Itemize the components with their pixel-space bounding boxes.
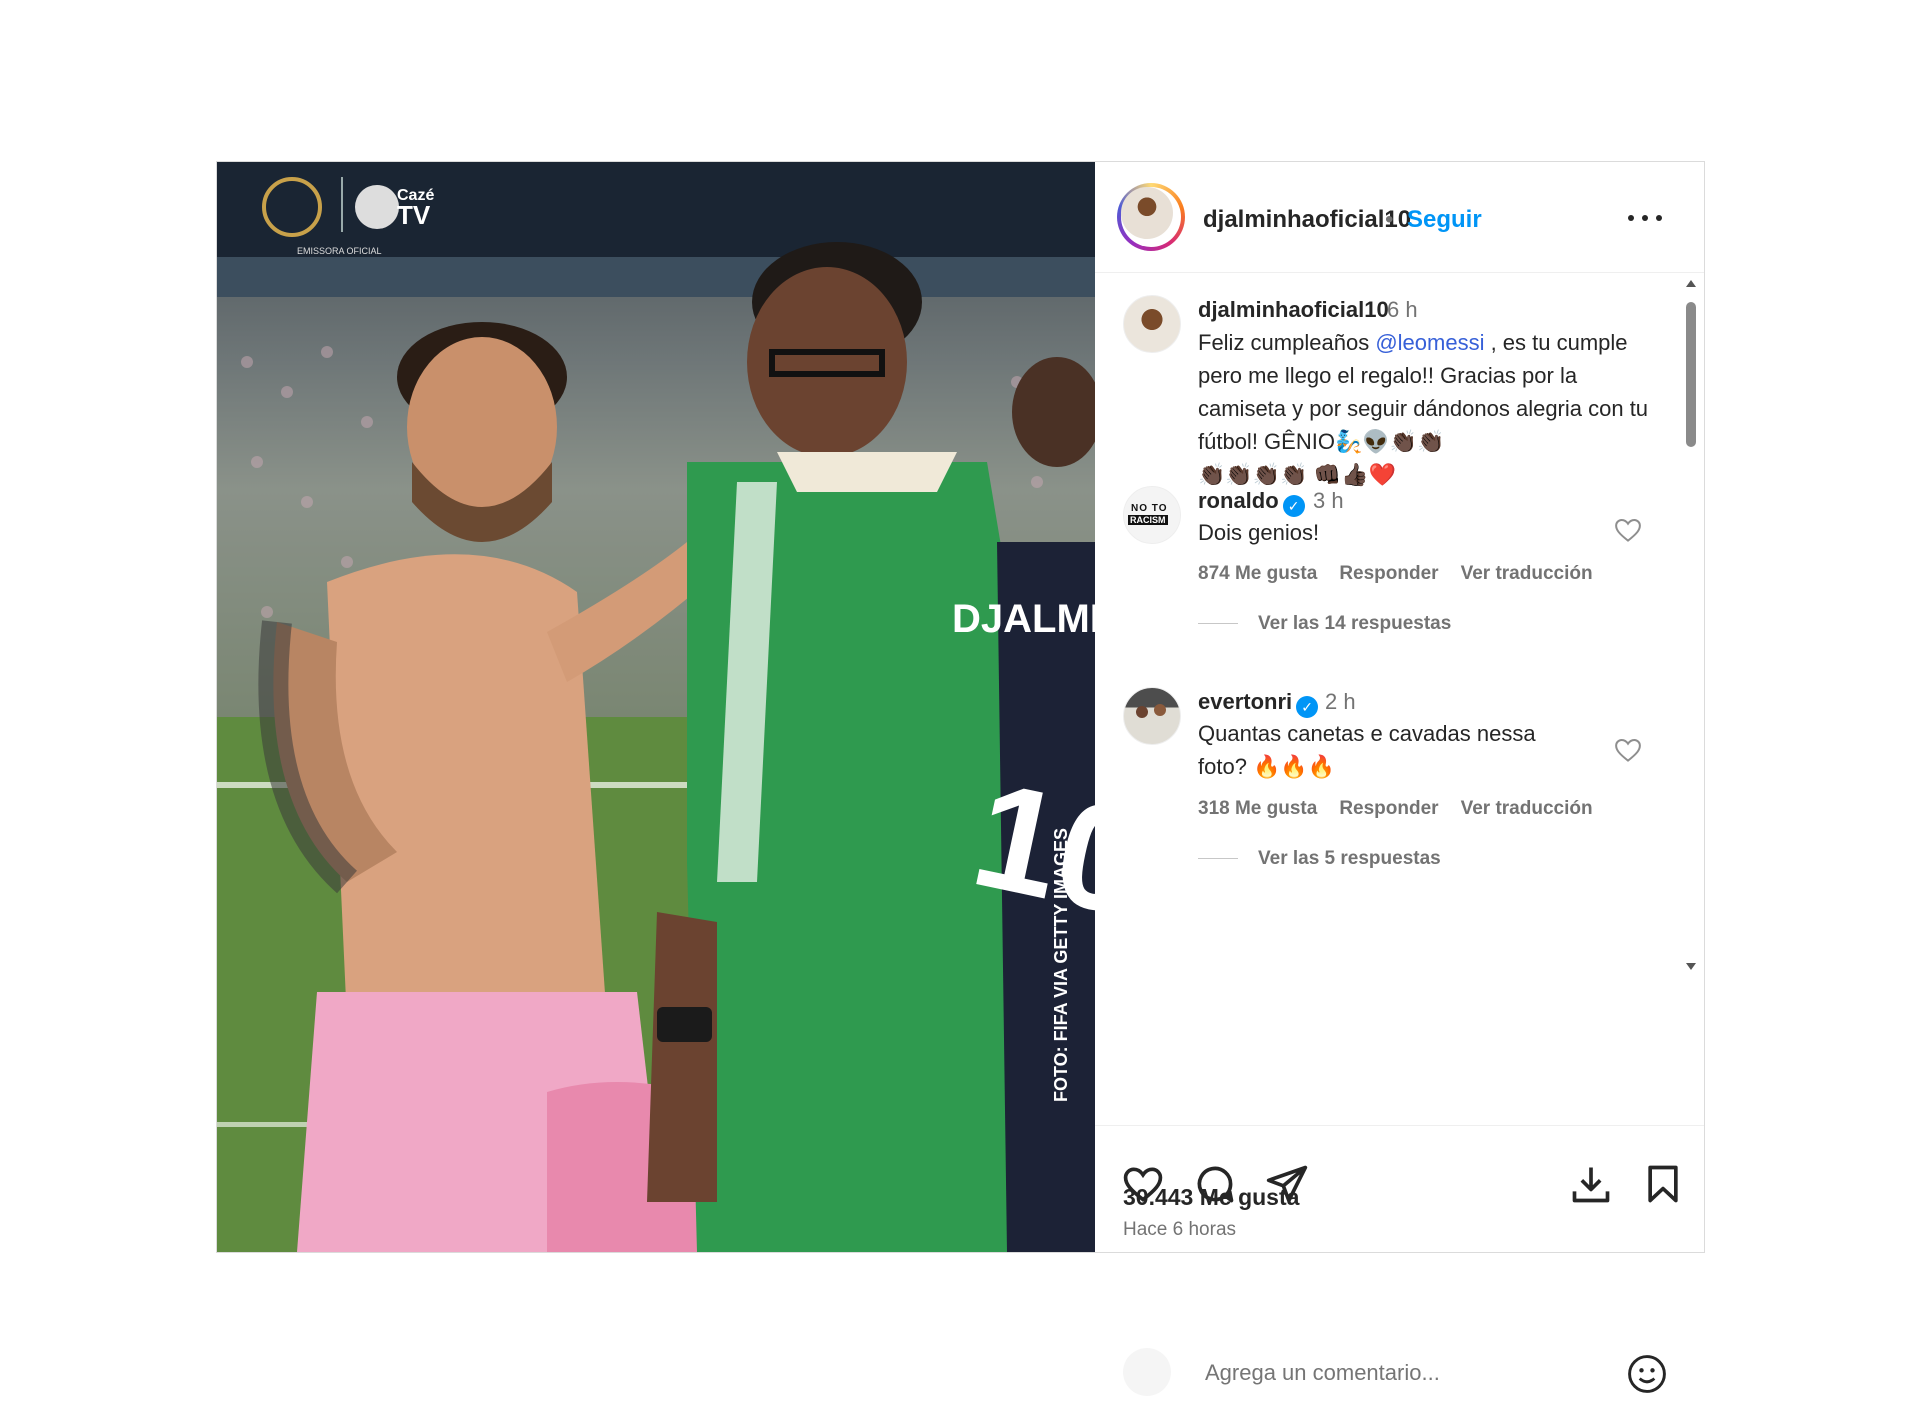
view-replies-button[interactable]: Ver las 5 respuestas [1198, 848, 1441, 870]
photo-credit: FOTO: FIFA VIA GETTY IMAGES [1051, 828, 1071, 1102]
logo-left-text: EMISSORA OFICIAL [297, 246, 382, 256]
separator-dot: • [1385, 206, 1394, 233]
caption-avatar[interactable] [1123, 295, 1181, 353]
follow-button[interactable]: Seguir [1407, 206, 1482, 234]
verified-icon: ✓ [1282, 495, 1305, 517]
comment-username[interactable]: evertonri ✓ [1198, 689, 1319, 718]
mention-link[interactable]: @leomessi [1375, 330, 1484, 355]
comment-username-text: ronaldo [1198, 488, 1279, 513]
reply-button[interactable]: Responder [1339, 798, 1438, 819]
comment-text: Quantas canetas e cavadas nessa foto? 🔥🔥… [1198, 721, 1536, 779]
scroll-down-arrow[interactable] [1686, 963, 1696, 970]
comment-input[interactable] [1203, 1354, 1587, 1392]
emoji-icon[interactable] [1625, 1352, 1669, 1396]
caption-emojis: 👏🏿👏🏿👏🏿👏🏿 👊🏿👍🏿❤️ [1198, 462, 1396, 487]
caption-text-start: Feliz cumpleaños [1198, 330, 1376, 355]
caption-username[interactable]: djalminhaoficial10 [1198, 297, 1389, 323]
comment-username-text: evertonri [1198, 689, 1293, 714]
post-header: djalminhaoficial10 • Seguir [1095, 162, 1704, 273]
comment-time: 2 h [1325, 689, 1356, 714]
comment-time: 3 h [1313, 488, 1344, 513]
header-avatar[interactable] [1121, 187, 1173, 239]
caption-text: Feliz cumpleaños @leomessi , es tu cumpl… [1198, 326, 1668, 491]
likes-count[interactable]: 30.443 Me gusta [1123, 1184, 1299, 1211]
comment-meta: 318 Me gusta Responder Ver traducción [1198, 798, 1615, 820]
avatar-text-top: NO TO [1131, 503, 1168, 514]
translate-button[interactable]: Ver traducción [1461, 563, 1593, 584]
post-photo[interactable]: Cazé TV EMISSORA OFICIAL DJALMINHA 10 FO… [217, 162, 1095, 1252]
comment-avatar-ronaldo[interactable]: NO TO RACISM [1123, 486, 1181, 544]
comment-likes[interactable]: 874 Me gusta [1198, 563, 1317, 584]
comment-like-icon[interactable] [1613, 735, 1643, 765]
more-icon[interactable] [1628, 202, 1664, 232]
jersey-name: DJALMINHA [952, 597, 1095, 641]
caption-time: 6 h [1387, 297, 1418, 322]
comments-scrollbar[interactable] [1684, 280, 1698, 970]
comments-list[interactable]: djalminhaoficial10 6 h Feliz cumpleaños … [1095, 273, 1704, 1125]
comment-likes[interactable]: 318 Me gusta [1198, 798, 1317, 819]
comment-avatar-evertonri[interactable] [1123, 687, 1181, 745]
avatar-text-bottom: RACISM [1128, 515, 1168, 525]
post-side-panel: djalminhaoficial10 • Seguir djalminhaofi… [1095, 162, 1704, 1396]
comment-username[interactable]: ronaldo ✓ [1198, 488, 1305, 517]
header-username[interactable]: djalminhaoficial10 [1203, 206, 1411, 234]
reply-button[interactable]: Responder [1339, 563, 1438, 584]
post-time: Hace 6 horas [1123, 1219, 1237, 1240]
commenter-avatar [1123, 1348, 1171, 1396]
logo-right-bottom: TV [397, 200, 431, 230]
translate-button[interactable]: Ver traducción [1461, 798, 1593, 819]
download-icon[interactable] [1569, 1162, 1613, 1206]
instagram-post: Cazé TV EMISSORA OFICIAL DJALMINHA 10 FO… [216, 161, 1705, 1396]
comment-text: Dois genios! [1198, 520, 1320, 545]
scroll-thumb[interactable] [1686, 302, 1696, 447]
comment-like-icon[interactable] [1613, 515, 1643, 545]
view-replies-label: Ver las 14 respuestas [1258, 613, 1452, 634]
bookmark-icon[interactable] [1641, 1162, 1685, 1206]
view-replies-button[interactable]: Ver las 14 respuestas [1198, 613, 1451, 635]
verified-icon: ✓ [1296, 696, 1319, 718]
view-replies-label: Ver las 5 respuestas [1258, 848, 1441, 869]
photo-illustration: Cazé TV EMISSORA OFICIAL DJALMINHA 10 FO… [217, 162, 1095, 1252]
story-ring[interactable] [1117, 183, 1185, 251]
scroll-up-arrow[interactable] [1686, 280, 1696, 287]
comment-meta: 874 Me gusta Responder Ver traducción [1198, 563, 1615, 585]
